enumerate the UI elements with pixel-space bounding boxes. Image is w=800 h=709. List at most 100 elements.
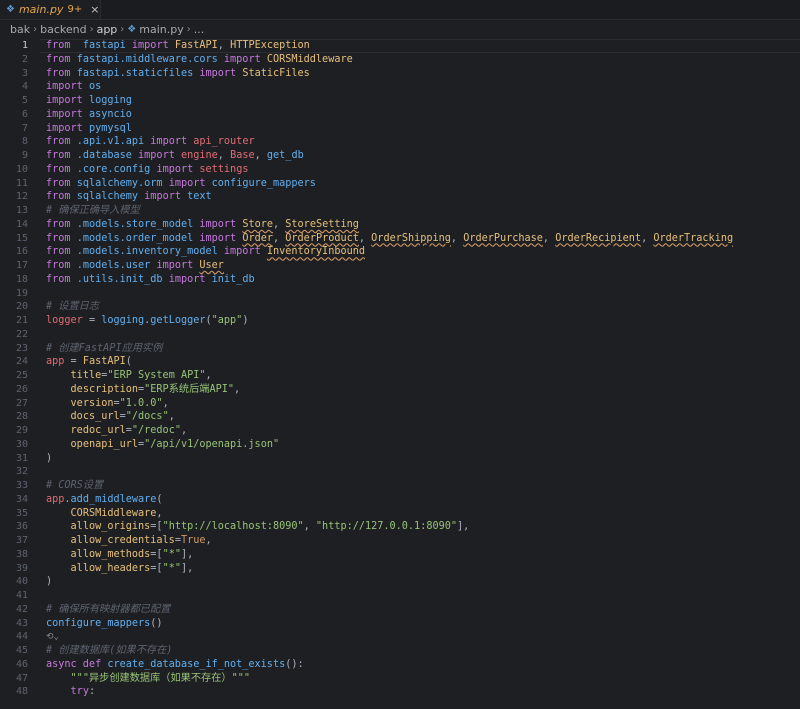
breadcrumb-item-bak[interactable]: bak bbox=[10, 23, 30, 36]
code-line[interactable]: 21 logger = logging.getLogger("app") bbox=[0, 314, 800, 328]
code-line[interactable]: 26 description="ERP系统后端API", bbox=[0, 383, 800, 397]
code-line[interactable]: 10 from .core.config import settings bbox=[0, 163, 800, 177]
code-text: ) bbox=[46, 575, 52, 589]
chevron-right-icon: › bbox=[89, 24, 94, 35]
code-line[interactable]: 35 CORSMiddleware, bbox=[0, 507, 800, 521]
code-line[interactable]: 41 bbox=[0, 589, 800, 603]
code-line[interactable]: 44 ⟲⌄ bbox=[0, 630, 800, 644]
code-line[interactable]: 48 try: bbox=[0, 685, 800, 699]
code-line[interactable]: 20 # 设置日志 bbox=[0, 300, 800, 314]
code-line[interactable]: 34 app.add_middleware( bbox=[0, 493, 800, 507]
code-text: import pymysql bbox=[46, 122, 132, 136]
code-line[interactable]: 38 allow_methods=["*"], bbox=[0, 548, 800, 562]
breadcrumb-item-file[interactable]: main.py bbox=[139, 23, 183, 36]
code-token: logging bbox=[88, 95, 132, 106]
chevron-right-icon: › bbox=[120, 24, 125, 35]
line-number: 37 bbox=[15, 535, 28, 546]
code-line[interactable]: 45 # 创建数据库(如果不存在) bbox=[0, 644, 800, 658]
code-token: os bbox=[88, 81, 102, 93]
code-token: InventoryInbound bbox=[266, 246, 365, 258]
close-icon[interactable]: × bbox=[90, 3, 99, 16]
code-line[interactable]: 3 from fastapi.staticfiles import StaticF… bbox=[0, 67, 800, 81]
breadcrumb-item-app[interactable]: app bbox=[97, 23, 118, 36]
line-number: 35 bbox=[15, 507, 28, 519]
code-line[interactable]: 2 from fastapi.middleware.cors import COR… bbox=[0, 53, 800, 67]
code-token: "ERP系统后端API" bbox=[144, 383, 234, 395]
code-token: "*" bbox=[162, 548, 181, 560]
code-line[interactable]: 19 bbox=[0, 287, 800, 301]
code-token: "/redoc" bbox=[131, 425, 181, 436]
code-line[interactable]: 30 openapi_url="/api/v1/openapi.json" bbox=[0, 438, 800, 452]
code-line[interactable]: 37 allow_credentials=True, bbox=[0, 534, 800, 548]
code-line[interactable]: 11 from sqlalchemy.orm import configure_m… bbox=[0, 177, 800, 191]
code-line[interactable]: 25 title="ERP System API", bbox=[0, 369, 800, 383]
code-line[interactable]: 8 from .api.v1.api import api_router bbox=[0, 135, 800, 149]
breadcrumb-item-backend[interactable]: backend bbox=[40, 23, 86, 36]
code-token: """异步创建数据库（如果不存在）""" bbox=[70, 672, 250, 684]
code-line[interactable]: 47 """异步创建数据库（如果不存在）""" bbox=[0, 672, 800, 686]
line-number: 33 bbox=[15, 480, 28, 491]
code-line[interactable]: 6 import asyncio bbox=[0, 108, 800, 122]
code-line[interactable]: 18 from .utils.init_db import init_db bbox=[0, 273, 800, 287]
code-line[interactable]: 1 from fastapi import FastAPI, HTTPExcept… bbox=[0, 39, 800, 53]
code-line[interactable]: 28 docs_url="/docs", bbox=[0, 410, 800, 424]
code-line[interactable]: 4 import os bbox=[0, 80, 800, 94]
code-text: from .models.user import User bbox=[46, 259, 224, 273]
code-token: # 创建数据库(如果不存在) bbox=[46, 645, 173, 656]
code-line[interactable]: 42 # 确保所有映射器都已配置 bbox=[0, 603, 800, 617]
tab-main-py[interactable]: ❖ main.py 9+ × bbox=[0, 0, 101, 19]
code-token: from bbox=[46, 191, 71, 203]
code-line[interactable]: 12 from sqlalchemy import text bbox=[0, 190, 800, 204]
code-token: () bbox=[150, 617, 163, 629]
code-line[interactable]: 23 # 创建FastAPI应用实例 bbox=[0, 342, 800, 356]
code-line[interactable]: 29 redoc_url="/redoc", bbox=[0, 424, 800, 438]
code-token: ) bbox=[46, 576, 53, 588]
line-number: 17 bbox=[15, 260, 28, 271]
code-line[interactable]: 22 bbox=[0, 328, 800, 342]
code-line[interactable]: 36 allow_origins=["http://localhost:8090… bbox=[0, 520, 800, 534]
line-number: 23 bbox=[15, 342, 28, 354]
code-line[interactable]: 46 async def create_database_if_not_exist… bbox=[0, 658, 800, 672]
code-line[interactable]: 40) bbox=[0, 575, 800, 589]
code-line[interactable]: 9 from .database import engine, Base, get… bbox=[0, 149, 800, 163]
line-number: 7 bbox=[21, 122, 28, 134]
code-line[interactable]: 17 from .models.user import User bbox=[0, 259, 800, 273]
code-line[interactable]: 7 import pymysql bbox=[0, 122, 800, 136]
code-text: import asyncio bbox=[46, 108, 132, 122]
line-number: 11 bbox=[15, 177, 28, 189]
code-line[interactable]: 16 from .models.inventory_model import In… bbox=[0, 245, 800, 259]
code-token: , bbox=[542, 232, 556, 244]
code-token: .database bbox=[76, 150, 132, 161]
code-text: ⟲⌄ bbox=[46, 630, 59, 644]
code-line[interactable]: 43 configure_mappers() bbox=[0, 617, 800, 631]
code-token: import bbox=[199, 218, 237, 230]
code-token: docs_url bbox=[70, 411, 120, 423]
code-token: settings bbox=[199, 163, 249, 175]
code-line[interactable]: 15 from .models.order_model import Order,… bbox=[0, 232, 800, 246]
code-token: # 设置日志 bbox=[46, 301, 100, 313]
line-number: 43 bbox=[15, 617, 28, 629]
line-number: 1 bbox=[21, 40, 28, 51]
code-line[interactable]: 13 # 确保正确导入模型 bbox=[0, 204, 800, 218]
code-text: allow_methods=["*"], bbox=[46, 548, 194, 562]
code-line[interactable]: 5 import logging bbox=[0, 94, 800, 108]
code-text: from sqlalchemy import text bbox=[46, 190, 212, 204]
code-token: from bbox=[46, 177, 71, 189]
code-token: , bbox=[273, 232, 286, 244]
breadcrumb-item-symbol[interactable]: ... bbox=[194, 23, 205, 36]
code-editor[interactable]: 1 from fastapi import FastAPI, HTTPExcept… bbox=[0, 39, 800, 709]
code-line[interactable]: 27 version="1.0.0", bbox=[0, 397, 800, 411]
code-line[interactable]: 39 allow_headers=["*"], bbox=[0, 562, 800, 576]
code-token: engine bbox=[180, 150, 218, 161]
code-text: from fastapi.staticfiles import StaticFi… bbox=[46, 67, 310, 81]
code-line[interactable]: 31) bbox=[0, 452, 800, 466]
code-text: # 确保所有映射器都已配置 bbox=[46, 603, 170, 617]
line-number: 32 bbox=[15, 466, 28, 478]
code-line[interactable]: 32 bbox=[0, 465, 800, 479]
code-line[interactable]: 24 app = FastAPI( bbox=[0, 355, 800, 369]
code-text: from .database import engine, Base, get_… bbox=[46, 149, 304, 163]
code-token: : bbox=[88, 686, 96, 698]
code-line[interactable]: 33 # CORS设置 bbox=[0, 479, 800, 493]
code-line[interactable]: 14 from .models.store_model import Store,… bbox=[0, 218, 800, 232]
